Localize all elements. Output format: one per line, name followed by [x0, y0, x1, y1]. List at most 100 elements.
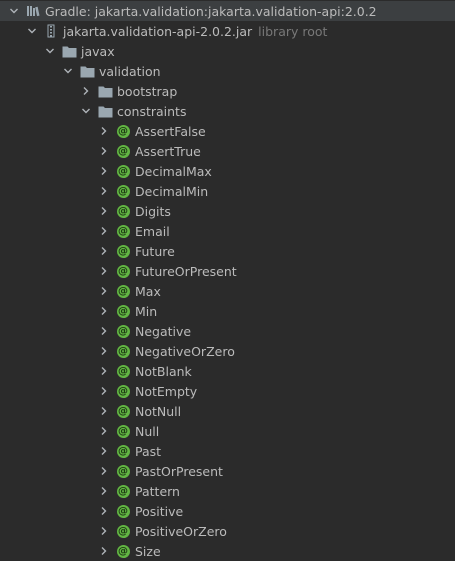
annotation-label: Past [135, 443, 162, 459]
package-label: validation [99, 63, 161, 79]
chevron-right-icon[interactable] [99, 126, 109, 136]
tree-row-package-javax[interactable]: javax [0, 41, 455, 61]
chevron-right-icon[interactable] [99, 186, 109, 196]
chevron-right-icon[interactable] [99, 246, 109, 256]
tree-row-annotation[interactable]: @ Future [0, 241, 455, 261]
tree-row-package-validation[interactable]: validation [0, 61, 455, 81]
annotation-icon: @ [116, 124, 130, 138]
package-folder-icon [61, 43, 77, 59]
chevron-right-icon[interactable] [99, 406, 109, 416]
tree-row-annotation[interactable]: @ NotBlank [0, 361, 455, 381]
chevron-right-icon[interactable] [99, 506, 109, 516]
chevron-right-icon[interactable] [99, 266, 109, 276]
annotation-icon: @ [116, 144, 130, 158]
annotation-label: Null [135, 423, 160, 439]
chevron-right-icon[interactable] [99, 306, 109, 316]
tree-row-annotation[interactable]: @ NegativeOrZero [0, 341, 455, 361]
annotation-label: FutureOrPresent [135, 263, 237, 279]
chevron-right-icon[interactable] [99, 226, 109, 236]
tree-row-annotation[interactable]: @ FutureOrPresent [0, 261, 455, 281]
chevron-right-icon[interactable] [99, 146, 109, 156]
chevron-down-icon[interactable] [81, 106, 91, 116]
annotation-icon: @ [116, 544, 130, 558]
tree-row-annotation[interactable]: @ DecimalMax [0, 161, 455, 181]
tree-row-annotation[interactable]: @ PositiveOrZero [0, 521, 455, 541]
chevron-right-icon[interactable] [99, 206, 109, 216]
tree-row-annotation[interactable]: @ PastOrPresent [0, 461, 455, 481]
tree-row-annotation[interactable]: @ NotNull [0, 401, 455, 421]
tree-row-package-bootstrap[interactable]: bootstrap [0, 81, 455, 101]
annotation-icon: @ [116, 444, 130, 458]
chevron-down-icon[interactable] [45, 46, 55, 56]
annotation-icon: @ [116, 184, 130, 198]
annotation-label: Min [135, 303, 158, 319]
annotation-label: AssertTrue [135, 143, 201, 159]
jar-icon [43, 23, 59, 39]
annotation-label: NotEmpty [135, 383, 198, 399]
annotation-icon: @ [116, 384, 130, 398]
chevron-right-icon[interactable] [99, 426, 109, 436]
jar-label: jakarta.validation-api-2.0.2.jar [63, 23, 253, 39]
annotation-icon: @ [116, 484, 130, 498]
annotation-label: DecimalMax [135, 163, 212, 179]
tree-row-annotation[interactable]: @ Min [0, 301, 455, 321]
chevron-right-icon[interactable] [99, 346, 109, 356]
annotation-icon: @ [116, 264, 130, 278]
tree-row-annotation[interactable]: @ Email [0, 221, 455, 241]
chevron-right-icon[interactable] [99, 386, 109, 396]
chevron-right-icon[interactable] [81, 86, 91, 96]
chevron-right-icon[interactable] [99, 326, 109, 336]
annotation-label: Pattern [135, 483, 180, 499]
tree-row-annotation[interactable]: @ Negative [0, 321, 455, 341]
tree-row-annotation[interactable]: @ Size [0, 541, 455, 561]
tree-row-package-constraints[interactable]: constraints [0, 101, 455, 121]
chevron-right-icon[interactable] [99, 166, 109, 176]
tree-row-jar[interactable]: jakarta.validation-api-2.0.2.jar library… [0, 21, 455, 41]
tree-row-gradle-library[interactable]: Gradle: jakarta.validation:jakarta.valid… [0, 1, 455, 21]
chevron-down-icon[interactable] [63, 66, 73, 76]
annotation-label: Positive [135, 503, 184, 519]
package-folder-icon [79, 63, 95, 79]
annotation-icon: @ [116, 364, 130, 378]
package-label: bootstrap [117, 83, 178, 99]
tree-row-annotation[interactable]: @ Past [0, 441, 455, 461]
package-folder-icon [97, 103, 113, 119]
tree-row-annotation[interactable]: @ Digits [0, 201, 455, 221]
annotation-icon: @ [116, 504, 130, 518]
tree-row-annotation[interactable]: @ Null [0, 421, 455, 441]
tree-row-annotation[interactable]: @ AssertFalse [0, 121, 455, 141]
annotation-icon: @ [116, 464, 130, 478]
annotation-icon: @ [116, 324, 130, 338]
gradle-library-icon [25, 3, 41, 19]
tree-row-annotation[interactable]: @ DecimalMin [0, 181, 455, 201]
chevron-right-icon[interactable] [99, 546, 109, 556]
annotation-icon: @ [116, 344, 130, 358]
annotation-label: PastOrPresent [135, 463, 223, 479]
annotation-label: Email [135, 223, 170, 239]
annotation-label: PositiveOrZero [135, 523, 227, 539]
annotation-label: AssertFalse [135, 123, 206, 139]
gradle-library-label: Gradle: jakarta.validation:jakarta.valid… [45, 3, 377, 19]
annotation-icon: @ [116, 424, 130, 438]
tree-row-annotation[interactable]: @ Max [0, 281, 455, 301]
package-folder-icon [97, 83, 113, 99]
annotation-label: Future [135, 243, 175, 259]
chevron-right-icon[interactable] [99, 486, 109, 496]
chevron-right-icon[interactable] [99, 286, 109, 296]
chevron-right-icon[interactable] [99, 366, 109, 376]
tree-row-annotation[interactable]: @ NotEmpty [0, 381, 455, 401]
annotation-icon: @ [116, 244, 130, 258]
tree-row-annotation[interactable]: @ AssertTrue [0, 141, 455, 161]
chevron-right-icon[interactable] [99, 526, 109, 536]
chevron-down-icon[interactable] [9, 6, 19, 16]
chevron-right-icon[interactable] [99, 466, 109, 476]
annotation-label: NegativeOrZero [135, 343, 235, 359]
package-label: constraints [117, 103, 187, 119]
chevron-down-icon[interactable] [27, 26, 37, 36]
annotation-label: NotNull [135, 403, 182, 419]
tree-row-annotation[interactable]: @ Positive [0, 501, 455, 521]
annotation-label: Size [135, 543, 161, 559]
annotation-icon: @ [116, 284, 130, 298]
chevron-right-icon[interactable] [99, 446, 109, 456]
tree-row-annotation[interactable]: @ Pattern [0, 481, 455, 501]
